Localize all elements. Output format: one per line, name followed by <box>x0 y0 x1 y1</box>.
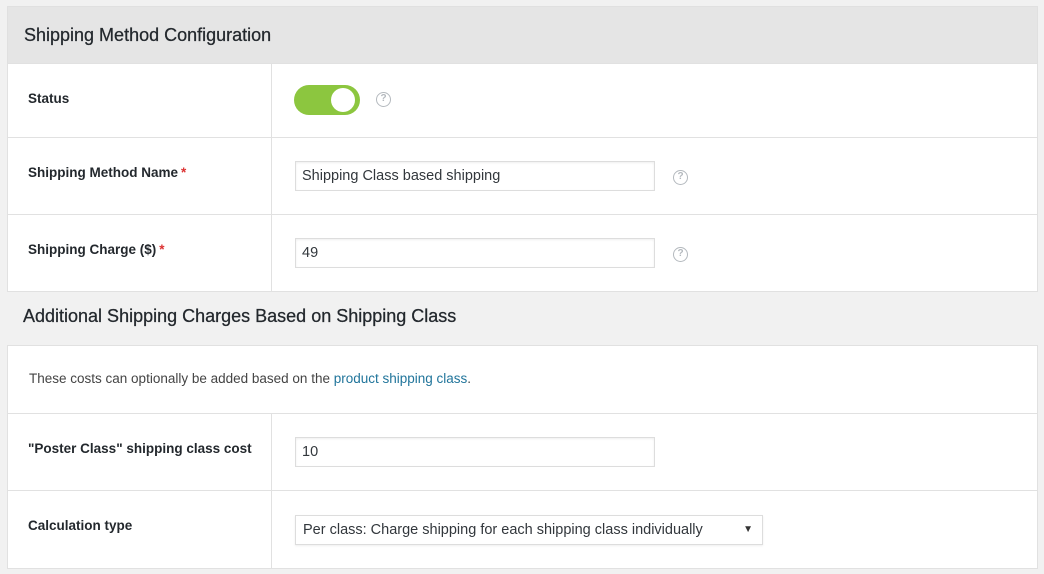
status-help-icon[interactable]: ? <box>376 92 391 107</box>
status-toggle[interactable] <box>294 85 360 115</box>
shipping-charge-help-icon[interactable]: ? <box>673 247 688 262</box>
calculation-type-selected: Per class: Charge shipping for each ship… <box>303 522 703 538</box>
required-asterisk: * <box>181 165 187 180</box>
config-header-title: Shipping Method Configuration <box>24 24 272 45</box>
shipping-charge-label: Shipping Charge ($) * <box>28 242 165 257</box>
poster-class-cost-input[interactable] <box>295 437 655 467</box>
calculation-type-row: Calculation type Per class: Charge shipp… <box>8 490 1037 568</box>
config-header: Shipping Method Configuration <box>7 6 1038 63</box>
additional-table: These costs can optionally be added base… <box>7 345 1038 569</box>
poster-class-row: "Poster Class" shipping class cost <box>8 413 1037 490</box>
toggle-knob <box>331 88 355 112</box>
shipping-charge-input[interactable] <box>295 238 655 268</box>
dropdown-arrow-icon: ▼ <box>743 524 753 535</box>
method-name-row: Shipping Method Name* ? <box>8 137 1037 214</box>
additional-charges-heading: Additional Shipping Charges Based on Shi… <box>23 306 457 326</box>
required-asterisk: * <box>159 242 165 257</box>
method-name-help-icon[interactable]: ? <box>673 170 688 185</box>
description-text: These costs can optionally be added base… <box>29 371 472 386</box>
status-row: Status ? <box>8 64 1037 137</box>
calculation-type-label: Calculation type <box>28 518 133 533</box>
shipping-charge-row: Shipping Charge ($)* ? <box>8 214 1037 291</box>
description-row: These costs can optionally be added base… <box>8 346 1037 413</box>
product-shipping-class-link[interactable]: product shipping class <box>334 371 468 386</box>
method-name-input[interactable] <box>295 161 655 191</box>
status-label: Status <box>28 91 70 106</box>
poster-class-label: "Poster Class" shipping class cost <box>28 441 252 456</box>
config-table: Status ? Shipping Method Name* ? Shippin… <box>7 63 1038 292</box>
calculation-type-select[interactable]: Per class: Charge shipping for each ship… <box>295 515 763 545</box>
method-name-label: Shipping Method Name * <box>28 165 187 180</box>
